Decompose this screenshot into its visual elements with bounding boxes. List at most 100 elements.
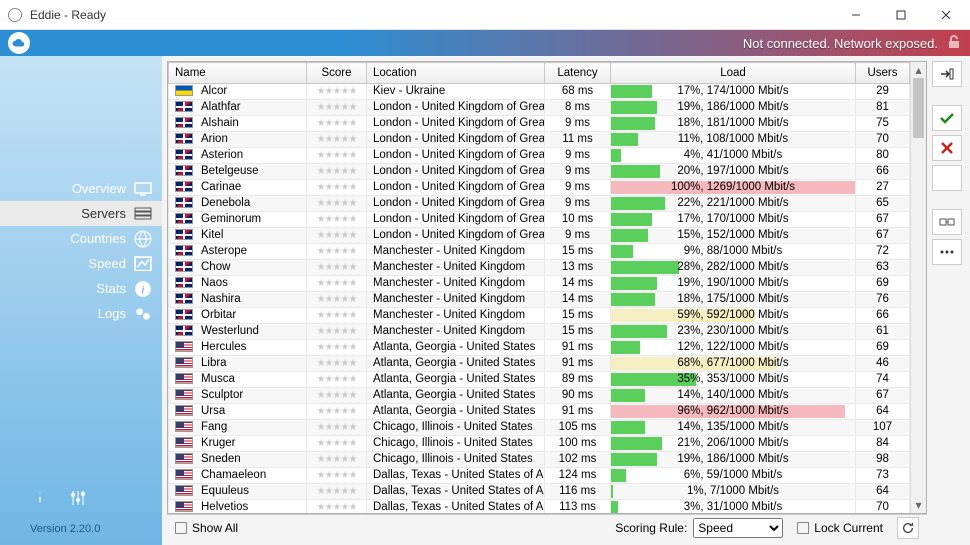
- flag-icon: [175, 309, 193, 320]
- scroll-up-icon[interactable]: ▴: [911, 62, 926, 78]
- gears-icon: [134, 307, 152, 321]
- window-title: Eddie - Ready: [30, 8, 833, 22]
- server-row[interactable]: Kruger★★★★★Chicago, Illinois - United St…: [169, 436, 910, 452]
- server-row[interactable]: Musca★★★★★Atlanta, Georgia - United Stat…: [169, 372, 910, 388]
- flag-icon: [175, 469, 193, 480]
- col-score[interactable]: Score: [307, 63, 367, 84]
- server-row[interactable]: Orbitar★★★★★Manchester - United Kingdom1…: [169, 308, 910, 324]
- star-rating: ★★★★★: [317, 214, 357, 225]
- sidebar-label: Stats: [96, 281, 126, 296]
- connect-button[interactable]: [932, 61, 962, 87]
- server-row[interactable]: Chamaeleon★★★★★Dallas, Texas - United St…: [169, 468, 910, 484]
- server-row[interactable]: Ursa★★★★★Atlanta, Georgia - United State…: [169, 404, 910, 420]
- server-row[interactable]: Denebola★★★★★London - United Kingdom of …: [169, 196, 910, 212]
- col-latency[interactable]: Latency: [545, 63, 611, 84]
- server-row[interactable]: Naos★★★★★Manchester - United Kingdom14 m…: [169, 276, 910, 292]
- server-row[interactable]: Carinae★★★★★London - United Kingdom of G…: [169, 180, 910, 196]
- server-row[interactable]: Westerlund★★★★★Manchester - United Kingd…: [169, 324, 910, 340]
- about-icon[interactable]: [30, 488, 50, 511]
- server-row[interactable]: Betelgeuse★★★★★London - United Kingdom o…: [169, 164, 910, 180]
- minimize-button[interactable]: [833, 0, 878, 29]
- sidebar-item-stats[interactable]: Statsi: [0, 276, 162, 301]
- server-row[interactable]: Kitel★★★★★London - United Kingdom of Gre…: [169, 228, 910, 244]
- star-rating: ★★★★★: [317, 118, 357, 129]
- maximize-button[interactable]: [878, 0, 923, 29]
- action-toolbar: [932, 56, 970, 545]
- col-location[interactable]: Location: [367, 63, 545, 84]
- flag-icon: [175, 341, 193, 352]
- server-row[interactable]: Alshain★★★★★London - United Kingdom of G…: [169, 116, 910, 132]
- star-rating: ★★★★★: [317, 86, 357, 97]
- flag-icon: [175, 405, 193, 416]
- close-button[interactable]: [923, 0, 968, 29]
- sidebar-label: Speed: [88, 256, 126, 271]
- star-rating: ★★★★★: [317, 486, 357, 497]
- server-row[interactable]: Fang★★★★★Chicago, Illinois - United Stat…: [169, 420, 910, 436]
- globe-icon: [134, 232, 152, 246]
- whitelist-button[interactable]: [932, 105, 962, 131]
- flag-icon: [175, 229, 193, 240]
- more-button[interactable]: [932, 239, 962, 265]
- server-row[interactable]: Asterope★★★★★Manchester - United Kingdom…: [169, 244, 910, 260]
- server-row[interactable]: Alathfar★★★★★London - United Kingdom of …: [169, 100, 910, 116]
- sidebar-item-servers[interactable]: Servers: [0, 201, 162, 226]
- monitor-icon: [134, 182, 152, 196]
- neutral-button[interactable]: [932, 165, 962, 191]
- scoring-rule-select[interactable]: Speed: [693, 518, 783, 538]
- vertical-scrollbar[interactable]: ▴ ▾: [910, 62, 926, 513]
- server-row[interactable]: Chow★★★★★Manchester - United Kingdom13 m…: [169, 260, 910, 276]
- server-row[interactable]: Asterion★★★★★London - United Kingdom of …: [169, 148, 910, 164]
- server-row[interactable]: Nashira★★★★★Manchester - United Kingdom1…: [169, 292, 910, 308]
- star-rating: ★★★★★: [317, 230, 357, 241]
- server-row[interactable]: Helvetios★★★★★Dallas, Texas - United Sta…: [169, 500, 910, 514]
- server-row[interactable]: Libra★★★★★Atlanta, Georgia - United Stat…: [169, 356, 910, 372]
- chart-icon: [134, 257, 152, 271]
- star-rating: ★★★★★: [317, 182, 357, 193]
- sidebar-tools: [0, 478, 162, 517]
- title-bar: Eddie - Ready: [0, 0, 970, 30]
- lock-current-checkbox[interactable]: Lock Current: [797, 521, 883, 535]
- table-footer: Show All Scoring Rule: Speed Lock Curren…: [167, 514, 927, 540]
- col-load[interactable]: Load: [611, 63, 856, 84]
- settings-icon[interactable]: [68, 488, 88, 511]
- star-rating: ★★★★★: [317, 342, 357, 353]
- server-row[interactable]: Equuleus★★★★★Dallas, Texas - United Stat…: [169, 484, 910, 500]
- flag-icon: [175, 421, 193, 432]
- star-rating: ★★★★★: [317, 326, 357, 337]
- star-rating: ★★★★★: [317, 406, 357, 417]
- flag-icon: [175, 245, 193, 256]
- star-rating: ★★★★★: [317, 502, 357, 513]
- server-row[interactable]: Sneden★★★★★Chicago, Illinois - United St…: [169, 452, 910, 468]
- flag-icon: [175, 85, 193, 96]
- star-rating: ★★★★★: [317, 390, 357, 401]
- sidebar-item-overview[interactable]: Overview: [0, 176, 162, 201]
- star-rating: ★★★★★: [317, 438, 357, 449]
- flag-icon: [175, 117, 193, 128]
- sidebar-item-logs[interactable]: Logs: [0, 301, 162, 326]
- refresh-button[interactable]: [897, 517, 919, 539]
- flag-icon: [175, 357, 193, 368]
- server-row[interactable]: Geminorum★★★★★London - United Kingdom of…: [169, 212, 910, 228]
- scroll-thumb[interactable]: [913, 78, 924, 138]
- server-row[interactable]: Sculptor★★★★★Atlanta, Georgia - United S…: [169, 388, 910, 404]
- server-row[interactable]: Arion★★★★★London - United Kingdom of Gre…: [169, 132, 910, 148]
- blacklist-button[interactable]: [932, 135, 962, 161]
- sidebar-item-countries[interactable]: Countries: [0, 226, 162, 251]
- col-users[interactable]: Users: [856, 63, 910, 84]
- flag-icon: [175, 101, 193, 112]
- connection-status-bar: Not connected. Network exposed.: [0, 30, 970, 56]
- show-all-checkbox[interactable]: Show All: [175, 521, 238, 535]
- rename-button[interactable]: [932, 209, 962, 235]
- flag-icon: [175, 373, 193, 384]
- server-row[interactable]: Hercules★★★★★Atlanta, Georgia - United S…: [169, 340, 910, 356]
- server-row[interactable]: Alcor★★★★★Kiev - Ukraine68 ms17%, 174/10…: [169, 84, 910, 100]
- flag-icon: [175, 261, 193, 272]
- star-rating: ★★★★★: [317, 374, 357, 385]
- scoring-rule-label: Scoring Rule:: [615, 521, 687, 535]
- col-name[interactable]: Name: [169, 63, 307, 84]
- flag-icon: [175, 325, 193, 336]
- sidebar-item-speed[interactable]: Speed: [0, 251, 162, 276]
- star-rating: ★★★★★: [317, 102, 357, 113]
- scroll-down-icon[interactable]: ▾: [911, 497, 926, 513]
- info-icon: i: [134, 282, 152, 296]
